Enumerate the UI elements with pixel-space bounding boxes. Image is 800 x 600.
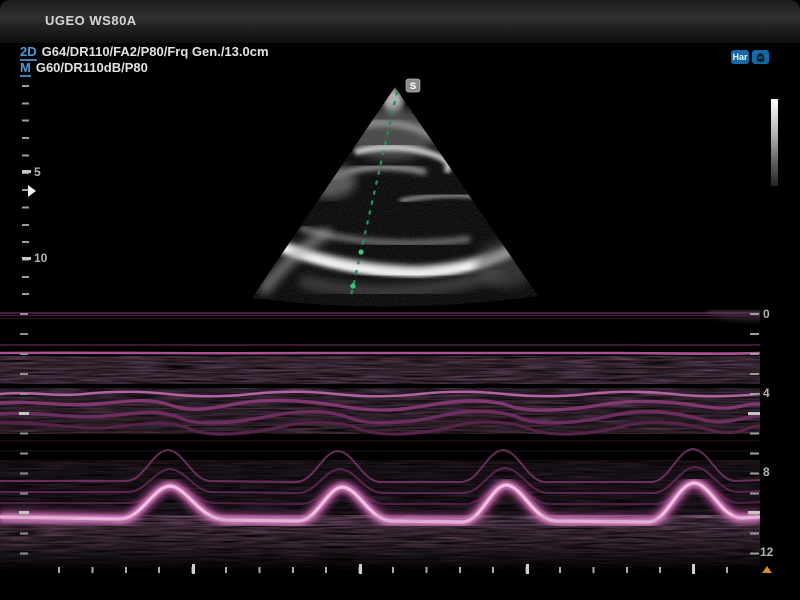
mmode-left-tick-5cm: [19, 412, 29, 415]
time-ruler: [58, 567, 730, 573]
time-tick-major-4: [692, 564, 695, 574]
titlebar: UGEO WS80A: [0, 0, 800, 43]
mmode-depth-label-12: 12: [760, 545, 773, 559]
mmode-left-tick-10cm: [19, 511, 29, 514]
settings-m-text: G60/DR110dB/P80: [36, 60, 148, 75]
depth-label-10: 10: [34, 251, 47, 265]
info-line-m: M G60/DR110dB/P80: [20, 60, 148, 75]
time-tick-major-2: [359, 564, 362, 574]
mmode-ruler-left: [20, 313, 28, 556]
mmode-depth-label-0: 0: [763, 307, 770, 321]
mmode-right-tick-10cm: [748, 511, 760, 514]
mmode-depth-label-4: 4: [763, 386, 770, 400]
machine-title: UGEO WS80A: [45, 13, 137, 28]
settings-2d-text: G64/DR110/FA2/P80/Frq Gen./13.0cm: [42, 44, 269, 59]
focus-depth-marker[interactable]: [28, 185, 36, 197]
mode-m-label: M: [20, 60, 31, 77]
ultrasound-screen: UGEO WS80A 2D G64/DR110/FA2/P80/Frq Gen./…: [0, 0, 800, 600]
info-line-2d: 2D G64/DR110/FA2/P80/Frq Gen./13.0cm: [20, 44, 269, 59]
harmonic-badge: Har: [731, 50, 749, 64]
probe-badge: [752, 50, 769, 64]
mmode-ruler-right: [750, 313, 759, 556]
depth-tick-10cm: [22, 257, 31, 260]
mmode-right-tick-5cm: [748, 412, 760, 415]
grayscale-map-bar: [771, 99, 778, 186]
mmode-trace-display: [0, 310, 760, 572]
mline-dot-bright-2: [350, 283, 355, 288]
mmode-depth-label-8: 8: [763, 465, 770, 479]
orientation-marker: S: [406, 79, 420, 92]
time-tick-major-3: [526, 564, 529, 574]
depth-label-5: 5: [34, 165, 41, 179]
probe-icon: [754, 51, 767, 63]
mline-cursor[interactable]: [350, 92, 397, 300]
mode-2d-label: 2D: [20, 44, 37, 61]
svg-text:S: S: [410, 81, 416, 92]
mline-dot-bright-1: [358, 249, 363, 254]
sweep-position-marker: [762, 566, 772, 573]
depth-tick-5cm: [22, 170, 31, 173]
time-tick-major-1: [192, 564, 195, 574]
